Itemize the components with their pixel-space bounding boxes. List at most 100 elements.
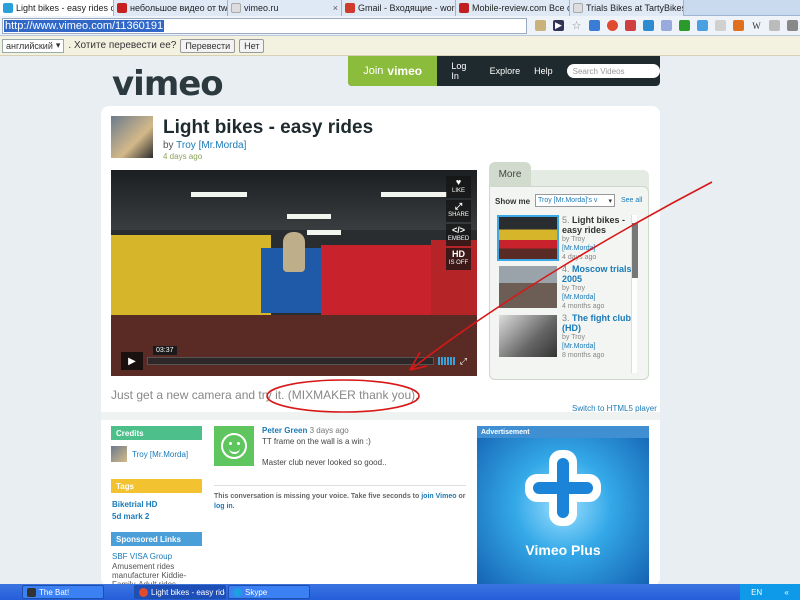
- weather-icon[interactable]: [661, 20, 672, 31]
- taskbar-item-browser[interactable]: Light bikes - easy ride...: [134, 585, 226, 599]
- scrollbar-thumb[interactable]: [632, 223, 638, 278]
- bookmark-star-icon[interactable]: ☆: [571, 20, 582, 32]
- like-button[interactable]: ♥ LIKE: [446, 176, 471, 198]
- credit-item[interactable]: Troy [Mr.Morda]: [111, 446, 188, 462]
- video-item-age: 4 days ago: [562, 254, 597, 261]
- chrome-icon[interactable]: [607, 20, 618, 31]
- system-tray: EN «: [740, 584, 800, 600]
- go-icon[interactable]: ▶: [553, 20, 564, 31]
- wrench-icon[interactable]: [787, 20, 798, 31]
- translate-bar: английский ▾ . Хотите перевести ее? Перев…: [0, 36, 800, 56]
- help-link[interactable]: Help: [534, 66, 553, 76]
- chrome-icon: [139, 587, 148, 597]
- taskbar-item-thebat[interactable]: The Bat!: [22, 585, 104, 599]
- video-item-author[interactable]: [Mr.Morda]: [562, 343, 595, 350]
- volume-icon[interactable]: [437, 357, 456, 365]
- list-item[interactable]: 3. The fight club (HD) by Troy [Mr.Morda…: [499, 313, 639, 362]
- share-button[interactable]: ⤢ SHARE: [446, 200, 471, 222]
- browser-tab[interactable]: vimeo.ru ×: [228, 0, 342, 16]
- taskbar-label: Skype: [245, 587, 268, 597]
- tab-more[interactable]: More: [489, 162, 531, 186]
- browser-tab-bar: Light bikes - easy rides on ...× небольш…: [0, 0, 800, 16]
- skype-icon[interactable]: [679, 20, 690, 31]
- tab-label: Mobile-review.com Все о м...: [472, 3, 569, 13]
- share-label: SHARE: [448, 212, 469, 218]
- author-avatar[interactable]: [111, 116, 153, 158]
- tag-link[interactable]: 5d mark 2: [112, 512, 149, 521]
- fullscreen-icon[interactable]: ⤢: [460, 356, 467, 367]
- translate-button[interactable]: Перевести: [180, 38, 236, 53]
- video-item-author[interactable]: [Mr.Morda]: [562, 294, 595, 301]
- video-info: 3. The fight club (HD) by Troy [Mr.Morda…: [562, 313, 639, 362]
- wikipedia-icon[interactable]: W: [751, 20, 762, 31]
- browser-tab[interactable]: Light bikes - easy rides on ...×: [0, 0, 114, 16]
- browser-tab[interactable]: небольшое видео от two ...×: [114, 0, 228, 16]
- join-vimeo-link[interactable]: join Vimeo: [421, 493, 456, 500]
- list-item[interactable]: 4. Moscow trials 2005 by Troy [Mr.Morda]…: [499, 264, 639, 313]
- see-all-link[interactable]: See all: [621, 197, 642, 204]
- comment-time: 3 days ago: [309, 426, 349, 435]
- extension-icon[interactable]: [715, 20, 726, 31]
- browser-tab[interactable]: Trials Bikes at TartyBikes - ...×: [570, 0, 684, 16]
- more-panel: More Show me Troy [Mr.Morda]'s v ▾ See al…: [489, 162, 649, 380]
- extension-icon[interactable]: [733, 20, 744, 31]
- video-item-author[interactable]: [Mr.Morda]: [562, 245, 595, 252]
- login-inline-link[interactable]: log in: [214, 503, 233, 510]
- search-input[interactable]: Search Videos: [566, 64, 660, 78]
- video-thumbnail[interactable]: [499, 266, 557, 308]
- tab-label: vimeo.ru: [244, 3, 279, 13]
- page-icon[interactable]: [535, 20, 546, 31]
- url-input[interactable]: http://www.vimeo.com/11360191: [2, 17, 527, 34]
- extension-icon[interactable]: [697, 20, 708, 31]
- video-item-number: 5.: [562, 215, 570, 225]
- language-indicator[interactable]: EN: [751, 588, 762, 597]
- tray-arrow-icon[interactable]: «: [784, 588, 788, 597]
- missing-voice-note: This conversation is missing your voice.…: [214, 493, 466, 510]
- video-item-title[interactable]: 4. Moscow trials 2005: [562, 264, 639, 284]
- video-item-title: 5. Light bikes - easy rides: [562, 215, 639, 235]
- progress-bar[interactable]: [147, 357, 434, 365]
- video-item-number: 4.: [562, 264, 570, 274]
- explore-link[interactable]: Explore: [490, 66, 521, 76]
- no-translate-button[interactable]: Нет: [239, 38, 265, 53]
- page-menu-icon[interactable]: [769, 20, 780, 31]
- extension-icon[interactable]: [589, 20, 600, 31]
- video-thumbnail[interactable]: [497, 215, 559, 261]
- vimeo-plus-ad[interactable]: Vimeo Plus: [477, 438, 649, 584]
- advertisement-heading: Advertisement: [477, 426, 649, 438]
- extension-icon[interactable]: [625, 20, 636, 31]
- ad-text: Vimeo Plus: [525, 542, 601, 558]
- hd-toggle[interactable]: HD IS OFF: [446, 248, 471, 270]
- video-item-title[interactable]: 3. The fight club (HD): [562, 313, 639, 333]
- play-button[interactable]: ▶: [121, 352, 143, 370]
- embed-button[interactable]: </> EMBED: [446, 224, 471, 246]
- tab-label: Light bikes - easy rides on ...: [16, 3, 113, 13]
- language-select[interactable]: английский ▾: [2, 38, 65, 53]
- comment-author-link[interactable]: Peter Green: [262, 426, 307, 435]
- plus-icon: [525, 450, 601, 526]
- comment-text: TT frame on the wall is a win :): [262, 437, 371, 446]
- tags-heading: Tags: [111, 479, 202, 493]
- taskbar-item-skype[interactable]: Skype: [228, 585, 310, 599]
- skype-icon: [233, 587, 242, 597]
- list-scrollbar[interactable]: [631, 215, 638, 373]
- close-icon[interactable]: ×: [331, 3, 338, 13]
- browser-tab[interactable]: Gmail - Входящие - worka...×: [342, 0, 456, 16]
- sponsored-link[interactable]: SBF VISA Group: [112, 552, 172, 561]
- vimeo-logo[interactable]: vimeo: [112, 64, 224, 104]
- credits-heading: Credits: [111, 426, 202, 440]
- video-thumbnail[interactable]: [499, 315, 557, 357]
- play-icon: ▶: [128, 355, 136, 367]
- login-link[interactable]: Log In: [451, 61, 475, 81]
- show-me-select[interactable]: Troy [Mr.Morda]'s v ▾: [535, 194, 615, 207]
- extension-icon[interactable]: [643, 20, 654, 31]
- author-link[interactable]: Troy [Mr.Morda]: [176, 140, 246, 151]
- video-player[interactable]: ♥ LIKE ⤢ SHARE </> EMBED HD IS OFF ▶ ⤢ 03:37: [111, 170, 477, 376]
- video-byline: by Troy [Mr.Morda]: [163, 140, 246, 151]
- list-item[interactable]: 5. Light bikes - easy rides by Troy [Mr.…: [497, 215, 639, 264]
- commenter-avatar[interactable]: [214, 426, 254, 466]
- browser-tab[interactable]: Mobile-review.com Все о м...×: [456, 0, 570, 16]
- tag-link[interactable]: Biketrial HD: [112, 500, 157, 509]
- join-vimeo-button[interactable]: Join vimeo: [348, 56, 438, 86]
- video-info: 5. Light bikes - easy rides by Troy [Mr.…: [562, 215, 639, 264]
